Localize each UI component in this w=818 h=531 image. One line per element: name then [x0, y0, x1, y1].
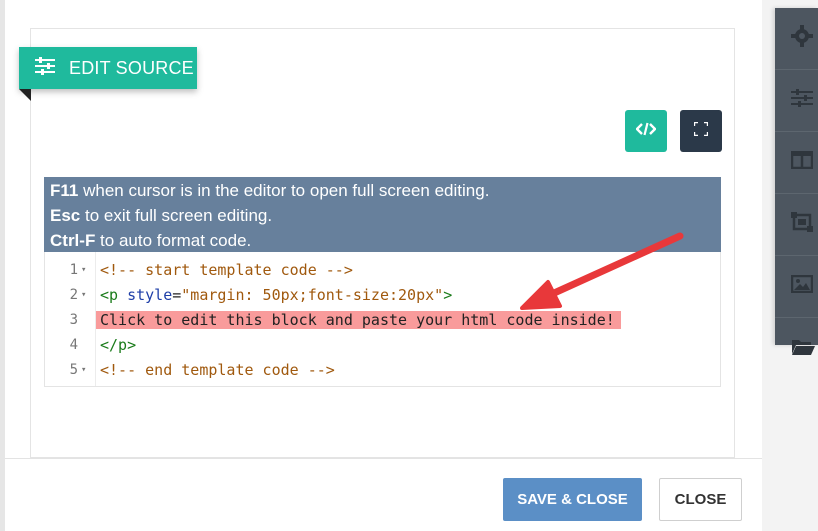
crop-button[interactable] — [775, 194, 818, 256]
view-code-button[interactable] — [625, 110, 667, 152]
adjust-button[interactable] — [775, 70, 818, 132]
code-operator: = — [172, 286, 182, 304]
shortcut-info-box: F11 when cursor is in the editor to open… — [44, 177, 721, 252]
code-line[interactable]: 1 ▾ <!-- start template code --> — [45, 258, 720, 283]
fold-toggle-icon[interactable]: ▾ — [81, 258, 86, 283]
gear-icon — [791, 25, 813, 52]
shortcut-description: to exit full screen editing. — [80, 206, 273, 225]
settings-button[interactable] — [775, 8, 818, 70]
folder-icon — [791, 338, 815, 361]
info-line: Esc to exit full screen editing. — [50, 203, 715, 228]
shortcut-description: when cursor is in the editor to open ful… — [78, 181, 490, 200]
ribbon-fold — [19, 89, 31, 101]
code-comment: <!-- end template code --> — [100, 361, 335, 379]
code-comment: <!-- start template code --> — [100, 261, 353, 279]
fullscreen-button[interactable] — [680, 110, 722, 152]
line-number: 5 — [69, 362, 78, 378]
fold-toggle-icon[interactable]: ▾ — [81, 358, 86, 383]
save-and-close-button[interactable]: SAVE & CLOSE — [503, 478, 642, 521]
folder-button[interactable] — [775, 318, 818, 380]
image-icon — [790, 274, 814, 298]
line-number: 1 — [69, 262, 78, 278]
code-line[interactable]: 5 ▾ <!-- end template code --> — [45, 358, 720, 383]
sliders-icon — [35, 56, 55, 80]
layout-button[interactable] — [775, 132, 818, 194]
right-sidebar — [775, 8, 818, 355]
info-line: Ctrl-F to auto format code. — [50, 228, 715, 253]
image-button[interactable] — [775, 256, 818, 318]
code-content: <p style="margin: 50px;font-size:20px"> — [100, 283, 452, 308]
code-tag: <p — [100, 286, 128, 304]
code-line-highlighted[interactable]: 3 Click to edit this block and paste you… — [45, 308, 720, 333]
shortcut-key: Ctrl-F — [50, 231, 96, 250]
code-editor[interactable]: 1 ▾ <!-- start template code --> 2 ▾ <p … — [44, 252, 721, 387]
line-number: 2 — [69, 287, 78, 303]
shortcut-description: to auto format code. — [95, 231, 252, 250]
crop-icon — [791, 212, 813, 237]
code-attribute: style — [127, 286, 173, 304]
code-string: "margin: 50px;font-size:20px" — [181, 286, 444, 304]
shortcut-key: Esc — [50, 206, 81, 225]
fullscreen-icon — [692, 120, 710, 141]
code-line[interactable]: 2 ▾ <p style="margin: 50px;font-size:20p… — [45, 283, 720, 308]
edit-source-ribbon: EDIT SOURCE — [19, 47, 197, 89]
footer-divider — [5, 458, 762, 459]
close-button[interactable]: CLOSE — [659, 478, 742, 521]
line-number: 4 — [69, 337, 78, 353]
code-tag: </p> — [100, 336, 137, 354]
code-icon — [635, 122, 657, 141]
info-line: F11 when cursor is in the editor to open… — [50, 178, 715, 203]
shortcut-key: F11 — [50, 181, 79, 200]
code-content: Click to edit this block and paste your … — [96, 308, 621, 333]
columns-icon — [790, 150, 814, 174]
fold-toggle-icon[interactable]: ▾ — [81, 283, 86, 308]
code-tag: > — [443, 286, 453, 304]
code-line[interactable]: 4 </p> — [45, 333, 720, 358]
highlighted-text: Click to edit this block and paste your … — [96, 311, 621, 329]
line-number: 3 — [69, 312, 78, 328]
sliders-icon — [791, 89, 813, 112]
page-title: EDIT SOURCE — [69, 57, 194, 78]
